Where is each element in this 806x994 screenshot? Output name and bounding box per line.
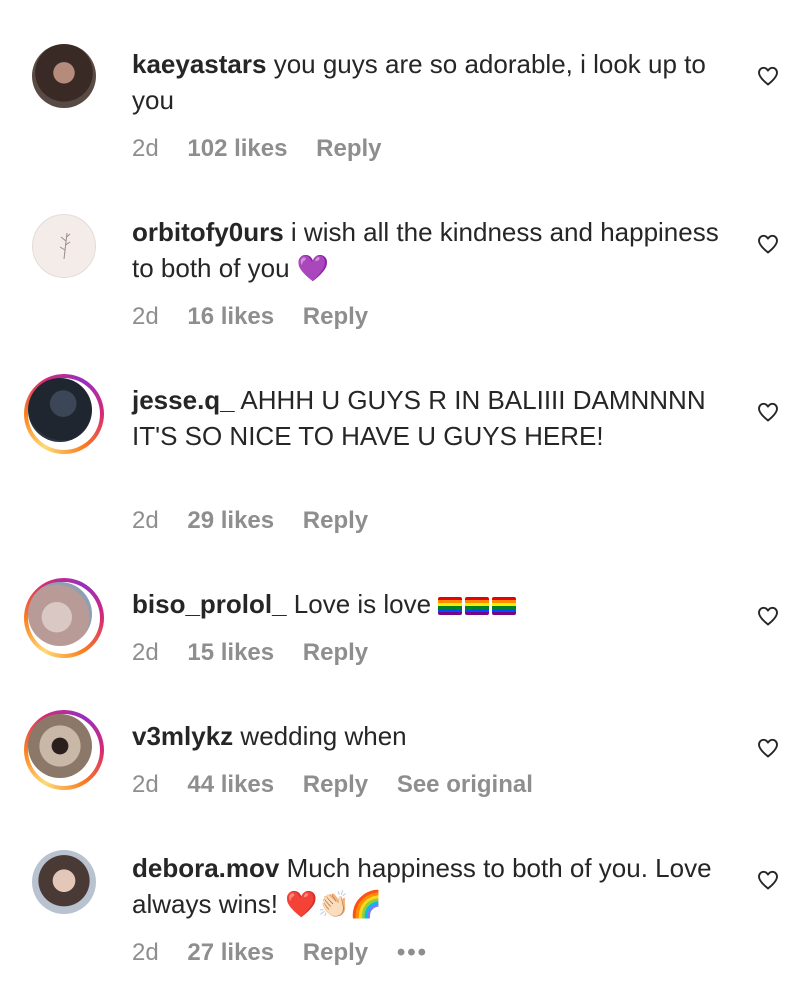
comment-username[interactable]: biso_prolol_ bbox=[132, 589, 287, 619]
comment-age: 2d bbox=[132, 939, 159, 966]
comment-username[interactable]: v3mlykz bbox=[132, 721, 233, 751]
comment-text: jesse.q_ AHHH U GUYS R IN BALIIII DAMNNN… bbox=[132, 382, 722, 454]
comment-body: wedding when bbox=[233, 721, 407, 751]
reply-button[interactable]: Reply bbox=[303, 771, 368, 798]
avatar-with-story-ring[interactable] bbox=[24, 374, 104, 454]
comment-likes[interactable]: 29 likes bbox=[187, 507, 274, 534]
comment-meta: 2d 29 likes Reply bbox=[132, 506, 390, 536]
reply-button[interactable]: Reply bbox=[303, 303, 368, 330]
heart-icon[interactable] bbox=[756, 604, 780, 628]
comment-likes[interactable]: 44 likes bbox=[187, 771, 274, 798]
comment-username[interactable]: debora.mov bbox=[132, 853, 279, 883]
comment-text: biso_prolol_ Love is love bbox=[132, 586, 722, 622]
avatar-image bbox=[28, 378, 92, 442]
comment-age: 2d bbox=[132, 303, 159, 330]
comment-meta: 2d 102 likes Reply bbox=[132, 134, 404, 164]
comment-meta: 2d 15 likes Reply bbox=[132, 638, 390, 668]
comment-body: Love is love bbox=[286, 589, 439, 619]
avatar[interactable] bbox=[32, 214, 96, 278]
comment-age: 2d bbox=[132, 771, 159, 798]
comment-username[interactable]: orbitofy0urs bbox=[132, 217, 284, 247]
comment-text: v3mlykz wedding when bbox=[132, 718, 722, 754]
comment-likes[interactable]: 27 likes bbox=[187, 939, 274, 966]
heart-icon[interactable] bbox=[756, 232, 780, 256]
comment-likes[interactable]: 16 likes bbox=[187, 303, 274, 330]
comment-meta: 2d 16 likes Reply bbox=[132, 302, 390, 332]
avatar-image bbox=[32, 850, 96, 914]
avatar[interactable] bbox=[32, 44, 96, 108]
avatar-image bbox=[28, 582, 92, 646]
comment-username[interactable]: jesse.q_ bbox=[132, 385, 235, 415]
rainbow-flag-icon bbox=[465, 597, 490, 615]
comment-meta: 2d 27 likes Reply ••• bbox=[132, 938, 450, 968]
comment-age: 2d bbox=[132, 507, 159, 534]
heart-icon[interactable] bbox=[756, 64, 780, 88]
more-options-button[interactable]: ••• bbox=[397, 939, 428, 966]
heart-icon[interactable] bbox=[756, 868, 780, 892]
flower-sketch-icon bbox=[59, 232, 71, 260]
see-original-button[interactable]: See original bbox=[397, 771, 533, 798]
comment-age: 2d bbox=[132, 135, 159, 162]
avatar-with-story-ring[interactable] bbox=[24, 710, 104, 790]
comment-username[interactable]: kaeyastars bbox=[132, 49, 266, 79]
reply-button[interactable]: Reply bbox=[303, 507, 368, 534]
heart-icon[interactable] bbox=[756, 736, 780, 760]
avatar-image bbox=[28, 714, 92, 778]
avatar-image bbox=[32, 44, 96, 108]
avatar-image bbox=[32, 214, 96, 278]
avatar-with-story-ring[interactable] bbox=[24, 578, 104, 658]
avatar[interactable] bbox=[32, 850, 96, 914]
comment-meta: 2d 44 likes Reply See original bbox=[132, 770, 555, 800]
comment-text: orbitofy0urs i wish all the kindness and… bbox=[132, 214, 722, 286]
rainbow-flag-icon bbox=[492, 597, 517, 615]
comment-likes[interactable]: 102 likes bbox=[187, 135, 287, 162]
comment-text: kaeyastars you guys are so adorable, i l… bbox=[132, 46, 722, 118]
reply-button[interactable]: Reply bbox=[303, 639, 368, 666]
rainbow-flag-icon bbox=[438, 597, 463, 615]
heart-icon[interactable] bbox=[756, 400, 780, 424]
comment-likes[interactable]: 15 likes bbox=[187, 639, 274, 666]
comment-age: 2d bbox=[132, 639, 159, 666]
comment-text: debora.mov Much happiness to both of you… bbox=[132, 850, 722, 922]
reply-button[interactable]: Reply bbox=[316, 135, 381, 162]
reply-button[interactable]: Reply bbox=[303, 939, 368, 966]
